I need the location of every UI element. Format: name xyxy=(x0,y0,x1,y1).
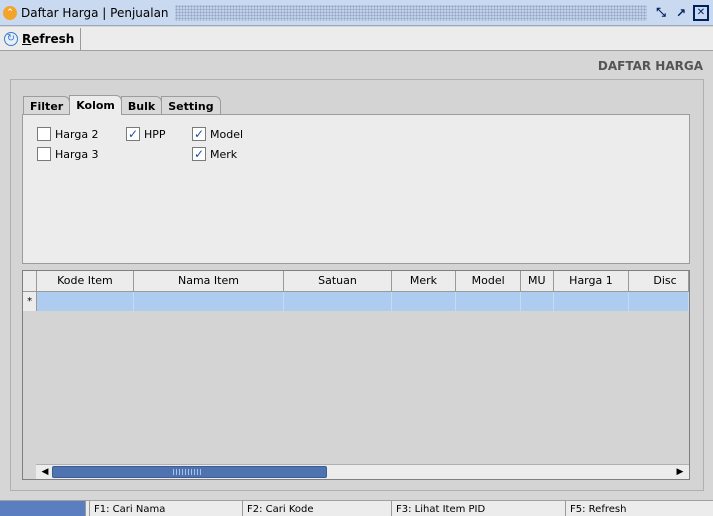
column-header[interactable]: Satuan xyxy=(283,271,392,292)
grid-cell[interactable] xyxy=(391,291,457,311)
column-header[interactable]: Harga 1 xyxy=(553,271,630,292)
new-row-marker: * xyxy=(23,291,38,311)
checkbox-hpp[interactable]: ✓ HPP xyxy=(126,127,166,141)
tab-bulk[interactable]: Bulk xyxy=(120,96,163,115)
column-header[interactable]: Merk xyxy=(391,271,457,292)
title-bar: ⌃ Daftar Harga | Penjualan ⤡ ↗ ✕ xyxy=(0,0,713,26)
tab-setting[interactable]: Setting xyxy=(161,96,221,115)
checkbox-harga-3[interactable]: Harga 3 xyxy=(37,147,99,161)
window-title: Daftar Harga | Penjualan xyxy=(21,5,169,20)
status-bar: F1: Cari Nama F2: Cari Kode F3: Lihat It… xyxy=(0,500,713,516)
tab-strip: Filter Kolom Bulk Setting xyxy=(23,95,221,115)
status-f1: F1: Cari Nama xyxy=(90,501,243,516)
refresh-label: Refresh xyxy=(22,31,75,46)
maximize-icon[interactable]: ↗ xyxy=(673,5,689,21)
checkmark-icon[interactable]: ✓ xyxy=(192,127,206,141)
checkbox-label: Harga 2 xyxy=(55,127,99,141)
checkbox-box[interactable] xyxy=(37,147,51,161)
title-bar-grip xyxy=(174,4,647,21)
checkbox-label: Model xyxy=(210,127,244,141)
checkbox-label: Harga 3 xyxy=(55,147,99,161)
page-title: DAFTAR HARGA xyxy=(597,59,703,73)
scroll-left-icon[interactable]: ◀ xyxy=(38,465,52,479)
grid-cell[interactable] xyxy=(628,291,689,311)
grid-cell[interactable] xyxy=(36,291,134,311)
refresh-button[interactable]: ↻ Refresh xyxy=(0,27,82,50)
price-grid[interactable]: Kode Item Nama Item Satuan Merk Model MU… xyxy=(22,270,690,480)
horizontal-scrollbar[interactable]: ◀ ▶ xyxy=(36,464,689,479)
checkbox-box[interactable] xyxy=(37,127,51,141)
checkbox-label: Merk xyxy=(210,147,238,161)
scrollbar-thumb[interactable] xyxy=(52,466,327,478)
checkbox-harga-2[interactable]: Harga 2 xyxy=(37,127,99,141)
grid-header-row: Kode Item Nama Item Satuan Merk Model MU… xyxy=(23,271,689,292)
checkbox-merk[interactable]: ✓ Merk xyxy=(192,147,237,161)
price-table: Kode Item Nama Item Satuan Merk Model MU… xyxy=(23,271,689,311)
column-header[interactable]: Nama Item xyxy=(133,271,285,292)
close-icon[interactable]: ✕ xyxy=(693,4,709,21)
column-header[interactable]: Model xyxy=(455,271,522,292)
tab-filter[interactable]: Filter xyxy=(23,96,71,115)
refresh-icon: ↻ xyxy=(4,31,18,46)
tab-kolom[interactable]: Kolom xyxy=(69,95,122,115)
column-header[interactable]: Disc xyxy=(628,271,689,292)
restore-icon[interactable]: ⤡ xyxy=(653,5,669,21)
grid-cell[interactable] xyxy=(133,291,285,311)
grid-cell[interactable] xyxy=(455,291,522,311)
status-f3: F3: Lihat Item PID xyxy=(392,501,566,516)
checkbox-label: HPP xyxy=(144,127,166,141)
grid-cell[interactable] xyxy=(283,291,392,311)
checkbox-model[interactable]: ✓ Model xyxy=(192,127,243,141)
checkmark-icon[interactable]: ✓ xyxy=(192,147,206,161)
column-header[interactable]: MU xyxy=(520,271,554,292)
row-header-corner xyxy=(23,271,38,292)
grid-cell[interactable] xyxy=(520,291,554,311)
status-indicator xyxy=(0,501,86,516)
status-f2: F2: Cari Kode xyxy=(243,501,392,516)
toolbar: ↻ Refresh xyxy=(0,27,713,51)
scroll-right-icon[interactable]: ▶ xyxy=(673,465,687,479)
app-icon: ⌃ xyxy=(3,5,17,20)
table-row[interactable]: * xyxy=(23,291,689,311)
checkmark-icon[interactable]: ✓ xyxy=(126,127,140,141)
kolom-tab-panel: Harga 2 Harga 3 ✓ HPP ✓ Model ✓ Merk xyxy=(22,114,690,264)
status-f5: F5: Refresh xyxy=(570,503,627,515)
column-header[interactable]: Kode Item xyxy=(36,271,134,292)
grid-cell[interactable] xyxy=(553,291,630,311)
scrollbar-grip xyxy=(173,469,203,475)
